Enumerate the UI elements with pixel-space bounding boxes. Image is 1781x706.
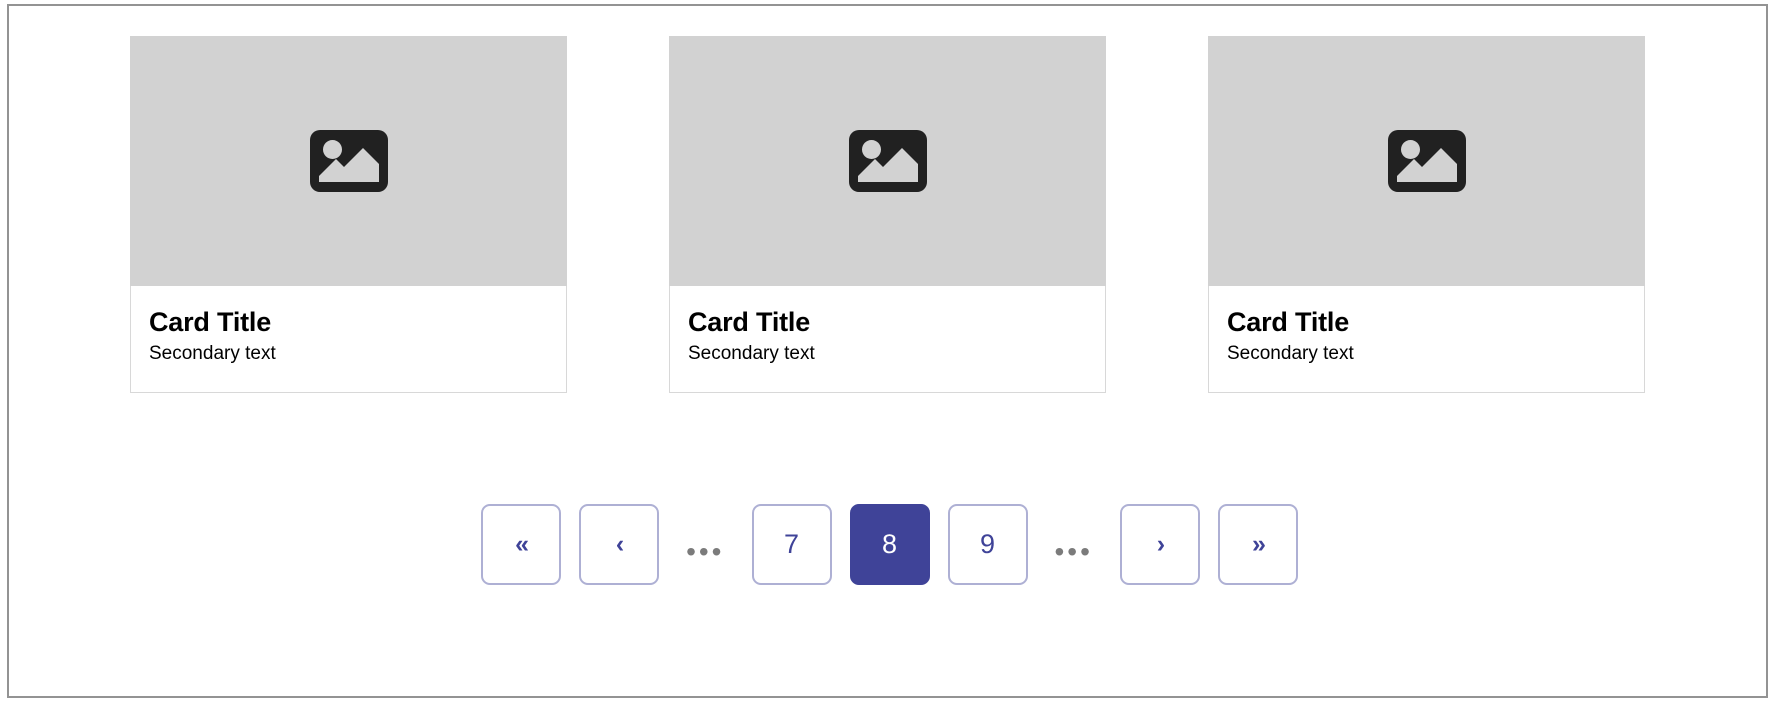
card-body: Card Title Secondary text bbox=[1208, 286, 1645, 393]
card[interactable]: Card Title Secondary text bbox=[669, 36, 1106, 393]
pagination: « ‹ ••• 7 8 9 ••• › » bbox=[9, 504, 1770, 585]
pagination-prev-button[interactable]: ‹ bbox=[579, 504, 660, 585]
pagination-page-button[interactable]: 9 bbox=[947, 504, 1028, 585]
pagination-first-button[interactable]: « bbox=[481, 504, 562, 585]
pagination-next-button[interactable]: › bbox=[1119, 504, 1200, 585]
pagination-page-button-active[interactable]: 8 bbox=[849, 504, 930, 585]
card-title: Card Title bbox=[149, 307, 272, 337]
card-media bbox=[1208, 36, 1645, 286]
pagination-page-button[interactable]: 7 bbox=[751, 504, 832, 585]
image-placeholder-icon bbox=[1387, 130, 1466, 192]
card-media bbox=[130, 36, 567, 286]
pagination-ellipsis-right: ••• bbox=[1054, 535, 1093, 567]
card-body: Card Title Secondary text bbox=[669, 286, 1106, 393]
card-subtitle: Secondary text bbox=[1227, 343, 1354, 365]
card-title: Card Title bbox=[688, 307, 811, 337]
image-placeholder-icon bbox=[848, 130, 927, 192]
card-subtitle: Secondary text bbox=[149, 343, 276, 365]
pagination-last-button[interactable]: » bbox=[1217, 504, 1298, 585]
card-grid: Card Title Secondary text Card Title Sec… bbox=[130, 36, 1645, 393]
card[interactable]: Card Title Secondary text bbox=[130, 36, 567, 393]
pagination-ellipsis-left: ••• bbox=[686, 535, 725, 567]
card-subtitle: Secondary text bbox=[688, 343, 815, 365]
card-media bbox=[669, 36, 1106, 286]
card[interactable]: Card Title Secondary text bbox=[1208, 36, 1645, 393]
card-title: Card Title bbox=[1227, 307, 1350, 337]
image-placeholder-icon bbox=[309, 130, 388, 192]
card-body: Card Title Secondary text bbox=[130, 286, 567, 393]
page-frame: Card Title Secondary text Card Title Sec… bbox=[7, 4, 1768, 698]
